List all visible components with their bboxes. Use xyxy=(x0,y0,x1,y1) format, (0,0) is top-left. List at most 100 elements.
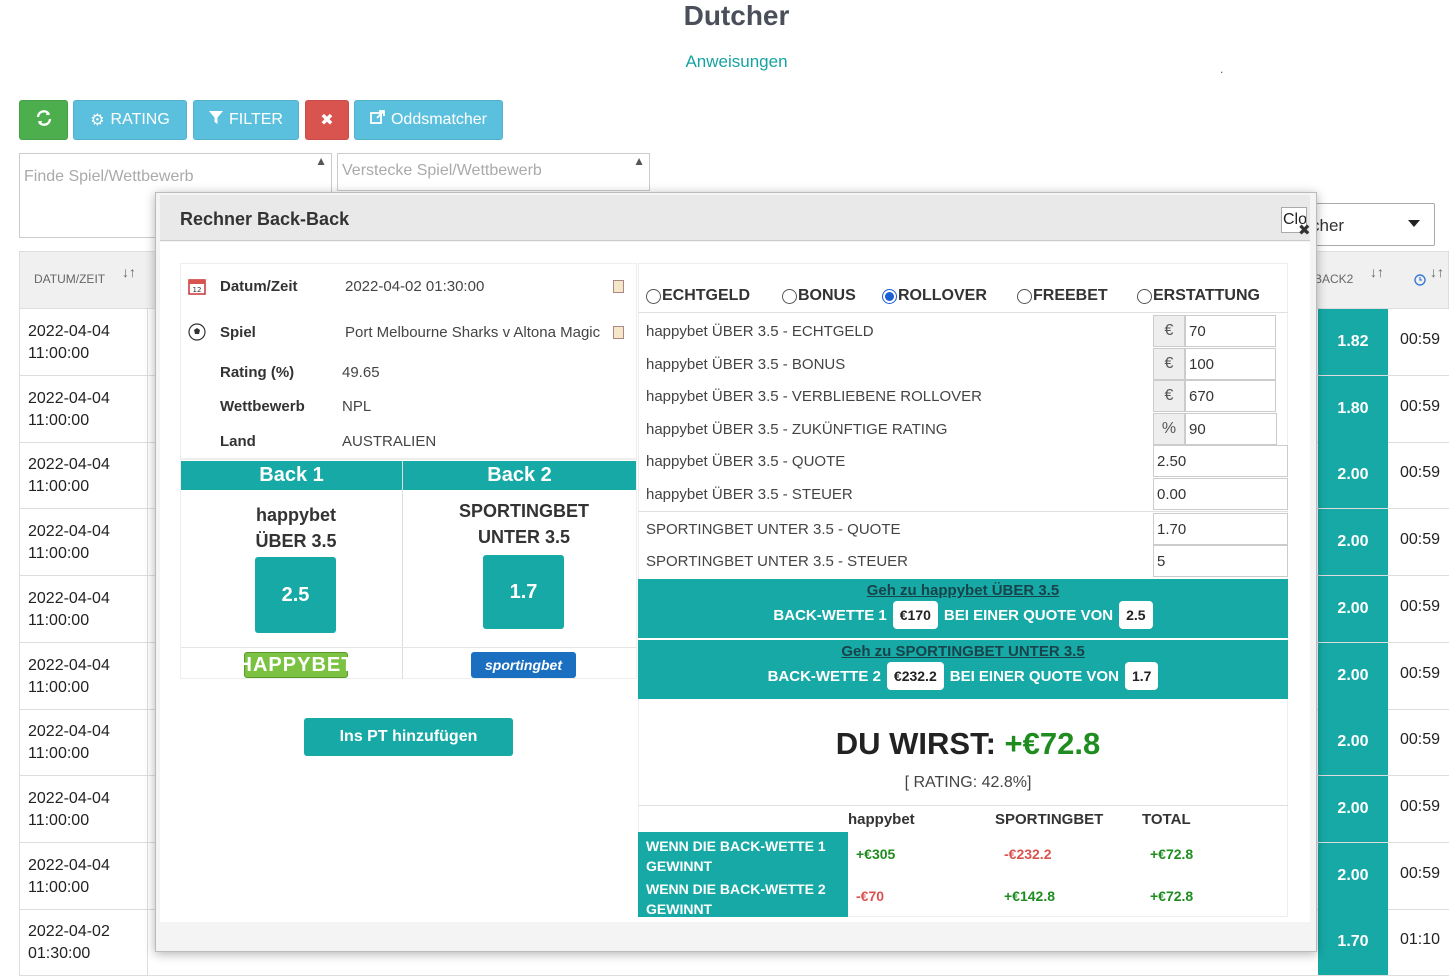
back-columns xyxy=(180,459,637,679)
row-countdown: 00:59 xyxy=(1400,731,1441,749)
field-label: happybet ÜBER 3.5 - ECHTGELD xyxy=(646,323,874,340)
close-icon[interactable]: ✖ xyxy=(1298,221,1311,239)
row-time: 11:00:00 xyxy=(28,878,90,896)
radio-icon[interactable] xyxy=(1017,288,1032,304)
clear-button[interactable]: ✖ xyxy=(305,100,349,140)
row-datetime: 2022-04-04 11:00:00 xyxy=(28,521,110,565)
sort-icon[interactable]: ↓↑ xyxy=(122,264,136,280)
cell-divider xyxy=(147,642,148,709)
bet2-stake: €232.2 xyxy=(886,662,944,690)
col-back2[interactable]: BACK2 xyxy=(1314,272,1353,286)
goto-bookmaker1-link[interactable]: Geh zu happybet ÜBER 3.5 xyxy=(638,582,1288,599)
row-time: 11:00:00 xyxy=(28,545,90,563)
modal-title: Rechner Back-Back xyxy=(180,209,350,229)
country-label: Land xyxy=(220,433,256,450)
logo-divider xyxy=(181,647,636,648)
hide-match-input[interactable]: Verstecke Spiel/Wettbewerb ▲ xyxy=(337,153,650,191)
mode-freebet[interactable]: FREEBET xyxy=(1017,287,1108,305)
instructions-link[interactable]: Anweisungen xyxy=(0,52,1449,72)
mode-label: ROLLOVER xyxy=(898,287,987,304)
divider xyxy=(638,511,1288,512)
rollover-input[interactable]: 670 xyxy=(1185,380,1276,412)
future-rating-input[interactable]: 90 xyxy=(1185,413,1277,445)
sort-icon[interactable]: ↓↑ xyxy=(1370,264,1384,280)
bookmaker-select[interactable]: cher xyxy=(1300,203,1435,246)
odds-input[interactable]: 2.50 xyxy=(1153,445,1288,477)
hide-match-placeholder: Verstecke Spiel/Wettbewerb xyxy=(342,162,542,179)
copy-icon[interactable] xyxy=(613,326,624,339)
filter-button[interactable]: FILTER xyxy=(193,100,299,140)
close-icon: ✖ xyxy=(320,112,334,129)
row-back2-odds[interactable]: 1.82 xyxy=(1318,309,1388,375)
row-back2-odds[interactable]: 2.00 xyxy=(1318,575,1388,642)
refresh-button[interactable] xyxy=(19,100,68,140)
sportingbet-logo[interactable]: sportingbet xyxy=(471,652,576,678)
field-label: happybet ÜBER 3.5 - STEUER xyxy=(646,486,853,503)
datetime-value: 2022-04-02 01:30:00 xyxy=(345,278,485,295)
oddsmatcher-button-label: Oddsmatcher xyxy=(390,111,488,128)
bet2-line: BACK-WETTE 2 €232.2 BEI EINER QUOTE VON … xyxy=(638,662,1288,690)
row-back2-odds[interactable]: 2.00 xyxy=(1318,842,1388,909)
mode-bonus[interactable]: BONUS xyxy=(782,287,856,305)
calendar-icon: 12 xyxy=(188,277,206,295)
summary-head-total: TOTAL xyxy=(1142,811,1191,828)
caret-up-icon: ▲ xyxy=(633,154,645,168)
refresh-icon xyxy=(35,109,53,132)
row-countdown: 00:59 xyxy=(1400,864,1441,882)
back2-header: Back 2 xyxy=(403,461,636,490)
odds2-input[interactable]: 1.70 xyxy=(1153,513,1288,545)
copy-icon[interactable] xyxy=(613,280,624,293)
row-back2-odds[interactable]: 2.00 xyxy=(1318,509,1388,576)
clock-icon xyxy=(1414,274,1426,289)
row-datetime: 2022-04-04 11:00:00 xyxy=(28,788,110,832)
summary-row2-a: -€70 xyxy=(856,888,885,904)
goto-bookmaker2-link[interactable]: Geh zu SPORTINGBET UNTER 3.5 xyxy=(638,643,1288,660)
filter-icon xyxy=(209,110,224,130)
row-back2-odds[interactable]: 1.80 xyxy=(1318,375,1388,442)
row-countdown: 01:10 xyxy=(1400,931,1441,949)
radio-checked-icon[interactable] xyxy=(882,288,897,304)
euro-addon: € xyxy=(1153,380,1185,412)
col-datetime[interactable]: DATUM/ZEIT xyxy=(34,272,105,286)
row-date: 2022-04-04 xyxy=(28,589,110,607)
row-datetime: 2022-04-04 11:00:00 xyxy=(28,321,110,365)
row-time: 11:00:00 xyxy=(28,811,90,829)
mode-erstattung[interactable]: ERSTATTUNG xyxy=(1137,287,1260,305)
row-back2-odds[interactable]: 2.00 xyxy=(1318,642,1388,709)
row-countdown: 00:59 xyxy=(1400,597,1441,615)
row-date: 2022-04-04 xyxy=(28,723,110,741)
row-back2-odds[interactable]: 2.00 xyxy=(1318,775,1388,842)
row-back2-odds[interactable]: 2.00 xyxy=(1318,709,1388,776)
rating-button[interactable]: ⚙ RATING xyxy=(73,100,187,140)
oddsmatcher-button[interactable]: Oddsmatcher xyxy=(354,100,503,140)
row-countdown: 00:59 xyxy=(1400,664,1441,682)
row-back2-odds[interactable]: 1.70 xyxy=(1318,909,1388,976)
row-time: 11:00:00 xyxy=(28,411,90,429)
gears-icon: ⚙ xyxy=(90,112,105,129)
bet2-prefix: BACK-WETTE 2 xyxy=(767,667,881,685)
bonus-input[interactable]: 100 xyxy=(1185,348,1276,380)
tax-input[interactable]: 0.00 xyxy=(1153,478,1288,510)
mode-label: BONUS xyxy=(798,287,856,304)
mode-echtgeld[interactable]: ECHTGELD xyxy=(646,287,750,305)
add-to-pt-button[interactable]: Ins PT hinzufügen xyxy=(304,718,513,756)
tax2-input[interactable]: 5 xyxy=(1153,545,1288,577)
mode-label: ERSTATTUNG xyxy=(1153,287,1260,304)
back1-header: Back 1 xyxy=(181,461,402,490)
happybet-logo[interactable]: HAPPYBET xyxy=(238,652,353,678)
row-datetime: 2022-04-02 01:30:00 xyxy=(28,921,110,965)
back2-bookmaker-name: SPORTINGBET xyxy=(458,501,589,521)
radio-icon[interactable] xyxy=(646,288,661,304)
radio-icon[interactable] xyxy=(1137,288,1152,304)
row-back2-odds[interactable]: 2.00 xyxy=(1318,442,1388,509)
mode-rollover[interactable]: ROLLOVER xyxy=(882,287,987,305)
sort-icon[interactable]: ↓↑ xyxy=(1430,264,1444,280)
euro-addon: € xyxy=(1153,348,1185,380)
radio-icon[interactable] xyxy=(782,288,797,304)
back2-odds: 1.7 xyxy=(483,555,564,629)
echtgeld-input[interactable]: 70 xyxy=(1185,315,1276,347)
cell-divider xyxy=(147,842,148,909)
bet1-mid: BEI EINER QUOTE VON xyxy=(943,606,1114,624)
result-value: +€72.8 xyxy=(1004,726,1101,761)
match-label: Spiel xyxy=(220,324,256,341)
